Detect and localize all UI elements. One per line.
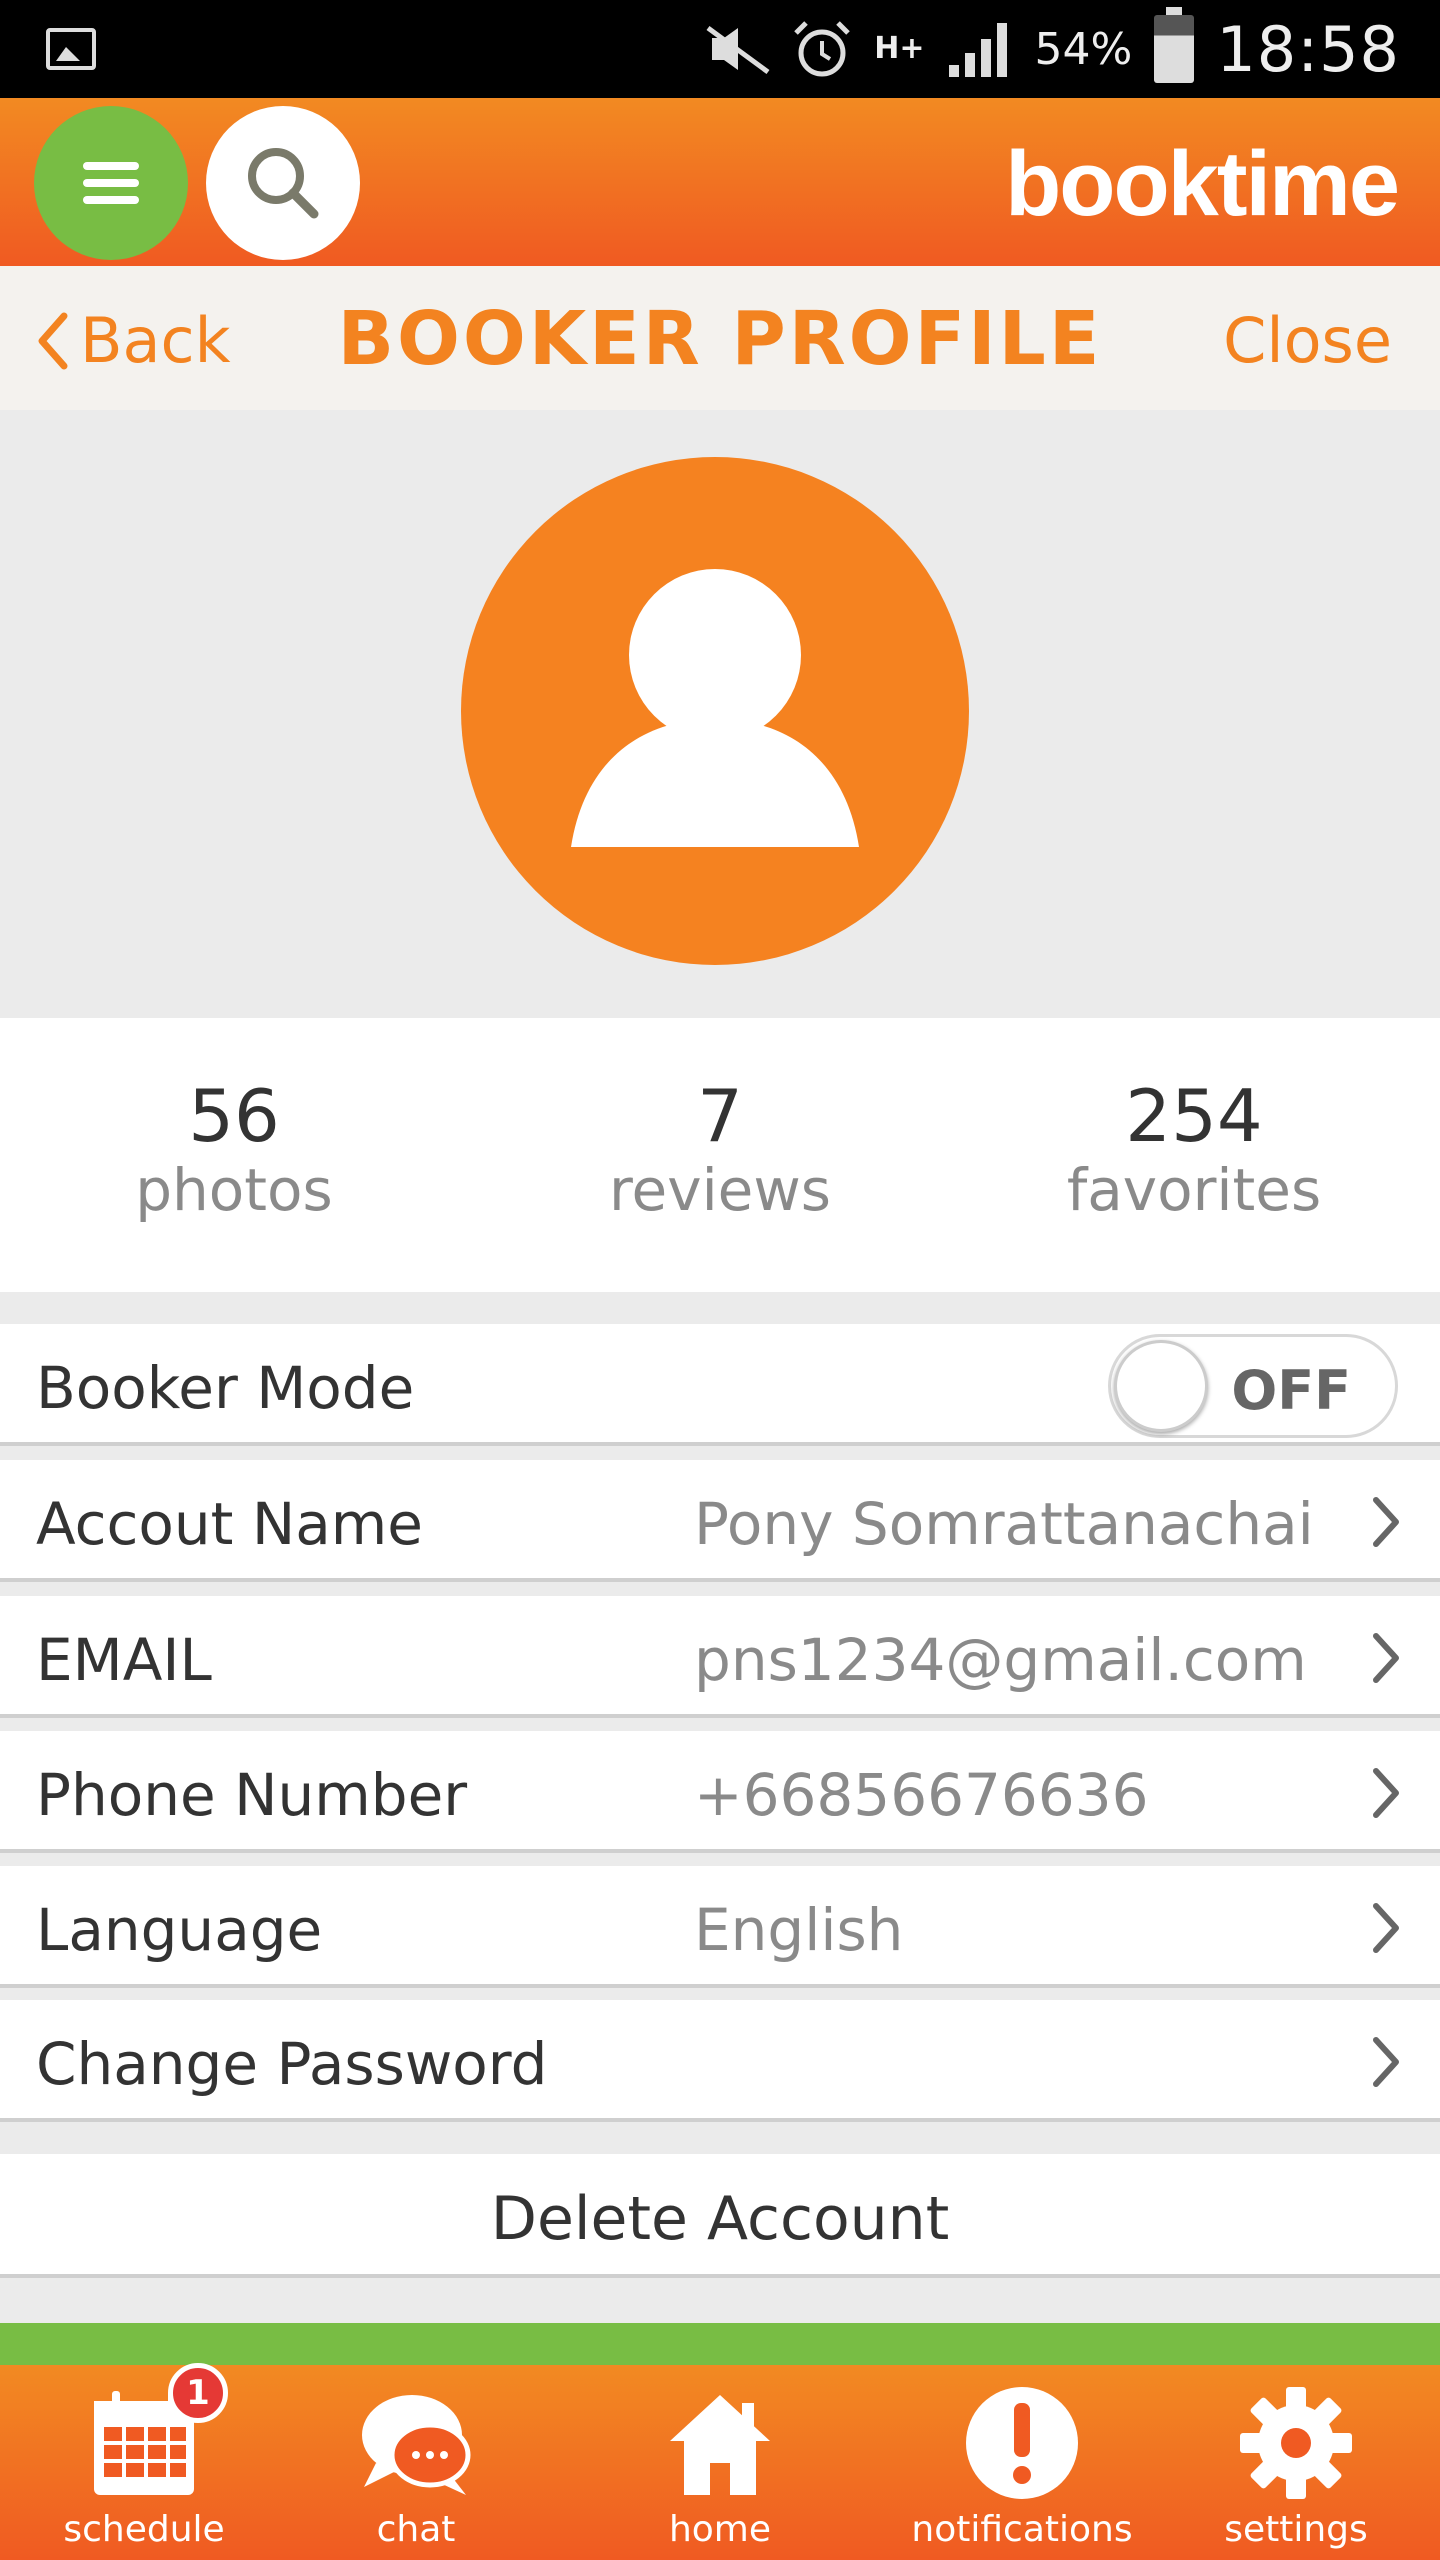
toggle-state: OFF (1231, 1359, 1351, 1422)
field-label: Phone Number (36, 1761, 468, 1829)
profile-header (0, 410, 1440, 1018)
field-label: Accout Name (36, 1490, 423, 1558)
tab-home[interactable]: home (576, 2365, 864, 2560)
search-icon (248, 148, 319, 219)
tab-label: settings (1224, 2509, 1368, 2550)
profile-stats: 56 photos 7 reviews 254 favorites (0, 1018, 1440, 1292)
field-value: pns1234@gmail.com (694, 1626, 1307, 1694)
close-button[interactable]: Close (1223, 304, 1392, 377)
stat-label: reviews (608, 1156, 832, 1224)
stat-value: 254 (1125, 1074, 1263, 1158)
phone-number-row[interactable]: Phone Number +66856676636 (0, 1731, 1440, 1853)
toggle-knob (1114, 1340, 1208, 1432)
app-logo: booktime (1005, 133, 1400, 235)
user-placeholder-icon (571, 569, 859, 847)
tab-notifications[interactable]: notifications (878, 2365, 1166, 2560)
stat-reviews[interactable]: 7 reviews (490, 1074, 950, 1222)
stat-favorites[interactable]: 254 favorites (964, 1074, 1424, 1222)
chevron-right-icon (1373, 1633, 1399, 1683)
delete-account-button[interactable]: Delete Account (0, 2154, 1440, 2278)
field-label: Change Password (36, 2030, 548, 2098)
tab-schedule[interactable]: schedule (0, 2365, 288, 2560)
stat-value: 56 (188, 1074, 280, 1158)
field-label: Language (36, 1896, 323, 1964)
tab-label: home (668, 2509, 772, 2550)
language-row[interactable]: Language English (0, 1866, 1440, 1988)
battery-percent: 54% (1034, 23, 1133, 75)
image-notification-icon (46, 28, 96, 70)
chat-icon (362, 2395, 471, 2495)
gear-icon (1240, 2387, 1352, 2499)
email-row[interactable]: EMAIL pns1234@gmail.com (0, 1596, 1440, 1718)
battery-icon (1154, 7, 1195, 83)
chevron-right-icon (1373, 2037, 1399, 2087)
booker-mode-toggle[interactable]: OFF (1108, 1334, 1398, 1438)
tab-chat[interactable]: chat (272, 2365, 560, 2560)
tab-label: notifications (911, 2509, 1133, 2550)
tab-settings[interactable]: settings (1152, 2365, 1440, 2560)
stat-label: favorites (1066, 1156, 1322, 1224)
search-button[interactable] (206, 106, 360, 260)
schedule-badge: 1 (168, 2363, 228, 2423)
menu-button[interactable] (34, 106, 188, 260)
field-value: English (694, 1896, 904, 1964)
stat-value: 7 (697, 1074, 743, 1158)
booker-mode-row: Booker Mode OFF (0, 1324, 1440, 1446)
nav-bar: Back BOOKER PROFILE Close (0, 266, 1440, 410)
alert-icon (966, 2387, 1078, 2499)
alarm-icon (794, 21, 851, 77)
chevron-right-icon (1373, 1768, 1399, 1818)
chevron-right-icon (1373, 1903, 1399, 1953)
menu-icon (83, 162, 139, 170)
stat-label: photos (135, 1156, 333, 1224)
field-value: Pony Somrattanachai (694, 1490, 1314, 1558)
app-header: booktime (0, 98, 1440, 266)
home-icon (670, 2395, 770, 2495)
network-type: H+ (874, 31, 925, 66)
chevron-right-icon (1373, 1497, 1399, 1547)
tab-label: schedule (63, 2509, 225, 2550)
field-label: EMAIL (36, 1626, 212, 1694)
booker-mode-label: Booker Mode (36, 1354, 415, 1422)
status-bar: H+ 54% 18:58 (0, 0, 1440, 98)
change-password-row[interactable]: Change Password (0, 2000, 1440, 2122)
delete-account-label: Delete Account (490, 2184, 950, 2254)
clock: 18:58 (1216, 12, 1400, 86)
tabbar-accent (0, 2323, 1440, 2365)
signal-icon (948, 23, 1007, 77)
mute-icon (706, 25, 770, 74)
avatar[interactable] (461, 457, 969, 965)
stat-photos[interactable]: 56 photos (4, 1074, 464, 1222)
tab-label: chat (376, 2509, 456, 2550)
account-name-row[interactable]: Accout Name Pony Somrattanachai (0, 1460, 1440, 1582)
field-value: +66856676636 (694, 1761, 1149, 1829)
